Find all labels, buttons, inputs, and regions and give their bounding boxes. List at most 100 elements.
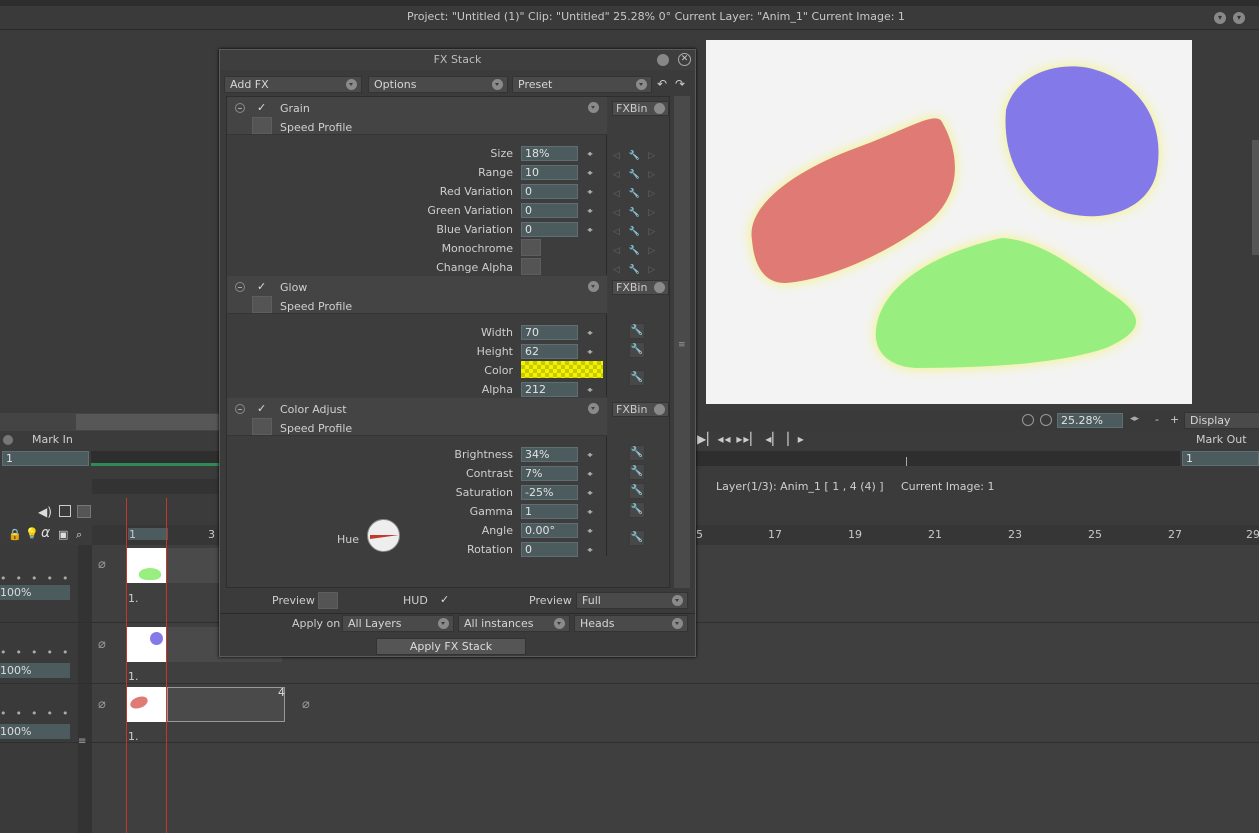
- range-bar[interactable]: [91, 451, 219, 466]
- fx-list-scrollbar[interactable]: ≡: [674, 96, 690, 588]
- range-bar-right[interactable]: [696, 451, 1180, 466]
- keyframe-controls[interactable]: ◁ 🔧 ▷ ◁ 🔧 ▷ ◁ 🔧 ▷ ◁ 🔧 ▷ ◁ 🔧 ▷ ◁ 🔧 ▷ ◁ 🔧 ▷: [613, 147, 655, 280]
- spin-icon[interactable]: ◂▸: [587, 469, 593, 478]
- saturation-field[interactable]: -25%: [521, 485, 578, 500]
- spin-icon[interactable]: ◂▸: [587, 149, 593, 158]
- hue-dial[interactable]: [367, 519, 400, 552]
- clip-icon[interactable]: [59, 505, 71, 517]
- key-icon[interactable]: 🔧: [629, 464, 645, 480]
- spin-icon[interactable]: ◂▸: [587, 187, 593, 196]
- redo-icon[interactable]: ↷: [675, 77, 685, 91]
- spin-icon[interactable]: ◂▸: [587, 328, 593, 337]
- left-scroll[interactable]: [76, 414, 219, 430]
- size-field[interactable]: 18%: [521, 146, 578, 161]
- no-entry-icon[interactable]: ⌀: [98, 637, 106, 652]
- apply-heads-dropdown[interactable]: Heads: [574, 615, 688, 632]
- apply-layers-dropdown[interactable]: All Layers: [342, 615, 454, 632]
- key-icon[interactable]: 🔧: [629, 530, 645, 546]
- viewer-scrollbar[interactable]: [1252, 140, 1259, 255]
- preview-mode-dropdown[interactable]: Full: [576, 592, 688, 609]
- playback-controls[interactable]: ▶▏◂◂ ▸▸▏ ◂▏ ▏▸: [697, 432, 805, 446]
- opacity-field[interactable]: 100%: [0, 663, 70, 678]
- glow-color-swatch[interactable]: [521, 361, 603, 378]
- range-field[interactable]: 10: [521, 165, 578, 180]
- spin-icon[interactable]: ◂▸: [587, 526, 593, 535]
- key-icon[interactable]: 🔧: [629, 483, 645, 499]
- collapse-section-icon[interactable]: [235, 404, 245, 414]
- spin-icon[interactable]: ◂▸: [587, 507, 593, 516]
- no-entry-icon[interactable]: ⌀: [98, 557, 106, 572]
- search-icon[interactable]: ⌕: [76, 528, 82, 542]
- spin-icon[interactable]: ◂▸: [587, 206, 593, 215]
- safe-area-icon[interactable]: [1022, 414, 1034, 426]
- target-icon[interactable]: [1040, 414, 1052, 426]
- hud-check-icon[interactable]: ✓: [440, 593, 449, 606]
- opacity-field[interactable]: 100%: [0, 585, 70, 600]
- zoom-spin-icon[interactable]: ◂▸: [1130, 414, 1139, 424]
- cell-thumbnail[interactable]: [127, 548, 167, 583]
- chevron-down-icon[interactable]: [588, 102, 599, 113]
- zoom-field[interactable]: 25.28%: [1057, 413, 1123, 428]
- key-icon[interactable]: 🔧: [629, 370, 645, 386]
- preset-dropdown[interactable]: Preset: [512, 76, 652, 93]
- chevron-down-icon[interactable]: [588, 281, 599, 292]
- display-dropdown[interactable]: Display: [1184, 412, 1259, 429]
- rotation-field[interactable]: 0: [521, 542, 578, 557]
- key-icon[interactable]: 🔧: [629, 445, 645, 461]
- green-variation-field[interactable]: 0: [521, 203, 578, 218]
- gamma-field[interactable]: 1: [521, 504, 578, 519]
- mark-out-field[interactable]: 1: [1182, 451, 1259, 466]
- zoom-out-button[interactable]: -: [1155, 413, 1159, 426]
- close-icon[interactable]: ✕: [678, 53, 691, 66]
- width-field[interactable]: 70: [521, 325, 578, 340]
- spin-icon[interactable]: ◂▸: [587, 385, 593, 394]
- angle-field[interactable]: 0.00°: [521, 523, 578, 538]
- monochrome-checkbox[interactable]: [521, 239, 541, 256]
- add-fx-dropdown[interactable]: Add FX: [224, 76, 362, 93]
- spin-icon[interactable]: ◂▸: [587, 225, 593, 234]
- height-field[interactable]: 62: [521, 344, 578, 359]
- menu-icon[interactable]: ≡: [78, 736, 86, 747]
- opacity-field[interactable]: 100%: [0, 724, 70, 739]
- fxbin-dropdown[interactable]: FXBin: [612, 280, 669, 295]
- apply-fx-stack-button[interactable]: Apply FX Stack: [376, 638, 526, 655]
- collapse-icon[interactable]: ▾: [1233, 12, 1245, 24]
- cell-thumbnail[interactable]: [127, 627, 167, 662]
- collapse-section-icon[interactable]: [235, 103, 245, 113]
- collapse-icon[interactable]: ▾: [1214, 12, 1226, 24]
- speed-profile-checkbox[interactable]: [252, 296, 272, 313]
- mark-in-field[interactable]: 1: [2, 451, 89, 466]
- enable-check-icon[interactable]: ✓: [257, 280, 266, 293]
- spin-icon[interactable]: ◂▸: [587, 347, 593, 356]
- change-alpha-checkbox[interactable]: [521, 258, 541, 275]
- chevron-down-icon[interactable]: [588, 403, 599, 414]
- contrast-field[interactable]: 7%: [521, 466, 578, 481]
- zoom-in-button[interactable]: +: [1170, 413, 1179, 426]
- collapse-icon[interactable]: [657, 54, 669, 66]
- options-dropdown[interactable]: Options: [368, 76, 508, 93]
- blue-variation-field[interactable]: 0: [521, 222, 578, 237]
- fxbin-dropdown[interactable]: FXBin: [612, 101, 669, 116]
- fxbin-dropdown[interactable]: FXBin: [612, 402, 669, 417]
- spin-icon[interactable]: ◂▸: [587, 168, 593, 177]
- speed-profile-checkbox[interactable]: [252, 117, 272, 134]
- mark-in-icon[interactable]: [3, 435, 13, 445]
- spin-icon[interactable]: ◂▸: [587, 545, 593, 554]
- alpha-icon[interactable]: α: [41, 525, 50, 541]
- spin-icon[interactable]: ◂▸: [587, 450, 593, 459]
- apply-instances-dropdown[interactable]: All instances: [458, 615, 570, 632]
- alpha-field[interactable]: 212: [521, 382, 578, 397]
- no-entry-icon[interactable]: ⌀: [302, 697, 310, 712]
- list-icon[interactable]: [77, 505, 91, 518]
- red-variation-field[interactable]: 0: [521, 184, 578, 199]
- lock-icon[interactable]: 🔒: [8, 528, 22, 541]
- cell-thumbnail[interactable]: [127, 687, 167, 722]
- key-icon[interactable]: 🔧: [629, 323, 645, 339]
- speed-profile-checkbox[interactable]: [252, 418, 272, 435]
- key-icon[interactable]: 🔧: [629, 502, 645, 518]
- enable-check-icon[interactable]: ✓: [257, 402, 266, 415]
- enable-check-icon[interactable]: ✓: [257, 101, 266, 114]
- preview-checkbox[interactable]: [318, 592, 338, 609]
- spin-icon[interactable]: ◂▸: [587, 488, 593, 497]
- collapse-section-icon[interactable]: [235, 282, 245, 292]
